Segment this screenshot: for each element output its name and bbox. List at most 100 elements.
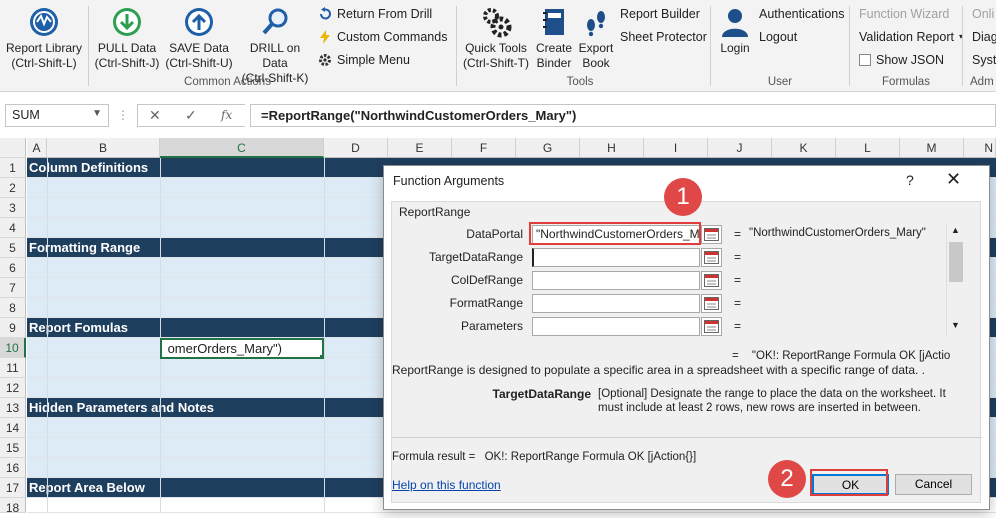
column-header-h[interactable]: H — [580, 138, 644, 158]
sheet-protector-button[interactable]: Sheet Protector — [620, 29, 707, 45]
validation-report-dropdown[interactable]: Validation Report ▾ — [859, 29, 963, 45]
show-json-label: Show JSON — [876, 53, 945, 67]
name-box[interactable]: SUM ▼ — [5, 104, 109, 127]
scrollbar-thumb[interactable] — [949, 242, 963, 282]
quick-tools-label: Quick Tools — [465, 41, 527, 55]
arg-input-parameters[interactable] — [532, 317, 700, 336]
column-header-c[interactable]: C — [160, 138, 324, 158]
logout-button[interactable]: Logout — [759, 29, 797, 45]
formula-input[interactable]: =ReportRange("NorthwindCustomerOrders_Ma… — [250, 104, 996, 127]
show-json-checkbox[interactable]: Show JSON — [859, 52, 944, 68]
range-picker-button[interactable] — [701, 248, 722, 267]
row-header[interactable]: 18 — [0, 498, 26, 515]
row-header[interactable]: 1 — [0, 158, 26, 178]
row-header[interactable]: 10 — [0, 338, 26, 358]
range-picker-button[interactable] — [701, 225, 722, 244]
help-link[interactable]: Help on this function — [392, 478, 501, 492]
column-header-b[interactable]: B — [47, 138, 160, 158]
row-header[interactable]: 11 — [0, 358, 26, 378]
arg-label-formatrange: FormatRange — [449, 296, 523, 310]
range-picker-icon — [704, 228, 719, 241]
cancel-formula-button[interactable]: ✕ — [149, 107, 161, 124]
range-picker-button[interactable] — [701, 271, 722, 290]
arg-input-coldefrange[interactable] — [532, 271, 700, 290]
return-from-drill-button[interactable]: Return From Drill — [318, 6, 432, 22]
row-header[interactable]: 12 — [0, 378, 26, 398]
system-button-cut[interactable]: Syst — [972, 52, 996, 68]
report-builder-button[interactable]: Report Builder — [620, 6, 700, 22]
return-from-drill-label: Return From Drill — [337, 7, 433, 21]
close-button[interactable]: ✕ — [946, 169, 961, 190]
help-button[interactable]: ? — [906, 172, 914, 188]
column-header-f[interactable]: F — [452, 138, 516, 158]
row-header[interactable]: 13 — [0, 398, 26, 418]
range-picker-button[interactable] — [701, 317, 722, 336]
insert-function-button[interactable]: fx — [221, 108, 232, 122]
row-header[interactable]: 16 — [0, 458, 26, 478]
column-header-g[interactable]: G — [516, 138, 580, 158]
divider — [392, 437, 982, 438]
diagnostics-button-cut[interactable]: Diag — [972, 29, 996, 45]
create-binder-button[interactable]: Create Binder — [533, 2, 575, 71]
result-preview-text: "OK!: ReportRange Formula OK [jActio — [751, 350, 951, 362]
active-cell-text: omerOrders_Mary") — [167, 341, 282, 356]
online-button-cut[interactable]: Onli — [972, 6, 994, 22]
system-label: Syst — [972, 53, 996, 67]
row-header[interactable]: 6 — [0, 258, 26, 278]
row-header[interactable]: 3 — [0, 198, 26, 218]
row-header[interactable]: 5 — [0, 238, 26, 258]
select-all-corner[interactable] — [0, 138, 26, 158]
row-header[interactable]: 15 — [0, 438, 26, 458]
pull-data-button[interactable]: PULL Data (Ctrl-Shift-J) — [92, 2, 162, 71]
scroll-down-icon[interactable]: ▼ — [951, 320, 960, 330]
row-header[interactable]: 4 — [0, 218, 26, 238]
scroll-up-icon[interactable]: ▲ — [951, 225, 960, 235]
arguments-scrollbar[interactable]: ▲ ▼ — [946, 224, 964, 336]
authentications-button[interactable]: Authentications — [759, 6, 844, 22]
column-header-j[interactable]: J — [708, 138, 772, 158]
ribbon-separator — [962, 6, 963, 86]
quick-tools-button[interactable]: Quick Tools (Ctrl-Shift-T) — [460, 2, 532, 71]
formula-result: Formula result = OK!: ReportRange Formul… — [392, 451, 696, 463]
row-header[interactable]: 7 — [0, 278, 26, 298]
custom-commands-button[interactable]: Custom Commands — [318, 29, 447, 45]
result-equals: = — [732, 350, 739, 362]
cancel-button[interactable]: Cancel — [895, 474, 972, 495]
arg-input-targetdatarange[interactable] — [532, 248, 700, 267]
row-header[interactable]: 14 — [0, 418, 26, 438]
enter-formula-button[interactable]: ✓ — [185, 107, 197, 124]
step-badge-2: 2 — [768, 460, 806, 498]
column-header-i[interactable]: I — [644, 138, 708, 158]
arg-input-formatrange[interactable] — [532, 294, 700, 313]
pull-data-shortcut: (Ctrl-Shift-J) — [94, 56, 160, 70]
chevron-down-icon[interactable]: ▼ — [92, 108, 102, 119]
simple-menu-button[interactable]: Simple Menu — [318, 52, 410, 68]
export-book-button[interactable]: Export Book — [576, 2, 616, 71]
row-header[interactable]: 2 — [0, 178, 26, 198]
row-header[interactable]: 8 — [0, 298, 26, 318]
column-header-k[interactable]: K — [772, 138, 836, 158]
column-header-l[interactable]: L — [836, 138, 900, 158]
return-arrow-icon — [320, 7, 331, 20]
report-builder-label: Report Builder — [620, 7, 700, 21]
column-header-m[interactable]: M — [900, 138, 964, 158]
column-header-n[interactable]: N — [964, 138, 996, 158]
row-header[interactable]: 17 — [0, 478, 26, 498]
function-wizard-button[interactable]: Function Wizard — [859, 6, 949, 22]
formula-bar: SUM ▼ ⋮ ✕ ✓ fx =ReportRange("NorthwindCu… — [0, 100, 996, 130]
login-button[interactable]: Login — [714, 2, 756, 56]
active-cell-c10[interactable]: omerOrders_Mary") — [160, 338, 324, 359]
save-data-button[interactable]: SAVE Data (Ctrl-Shift-U) — [163, 2, 235, 71]
column-header-e[interactable]: E — [388, 138, 452, 158]
row-header[interactable]: 9 — [0, 318, 26, 338]
function-wizard-label: Function Wizard — [859, 7, 950, 21]
range-picker-button[interactable] — [701, 294, 722, 313]
column-header-d[interactable]: D — [324, 138, 388, 158]
column-header-a[interactable]: A — [27, 138, 47, 158]
function-description: ReportRange is designed to populate a sp… — [392, 363, 925, 377]
function-result-preview: = "OK!: ReportRange Formula OK [jActio — [732, 350, 950, 362]
footprints-icon — [587, 11, 605, 37]
drill-on-data-button[interactable]: DRILL on Data (Ctrl-Shift-K) — [236, 2, 314, 86]
report-library-button[interactable]: Report Library (Ctrl-Shift-L) — [2, 2, 86, 71]
fill-handle[interactable] — [319, 354, 322, 357]
